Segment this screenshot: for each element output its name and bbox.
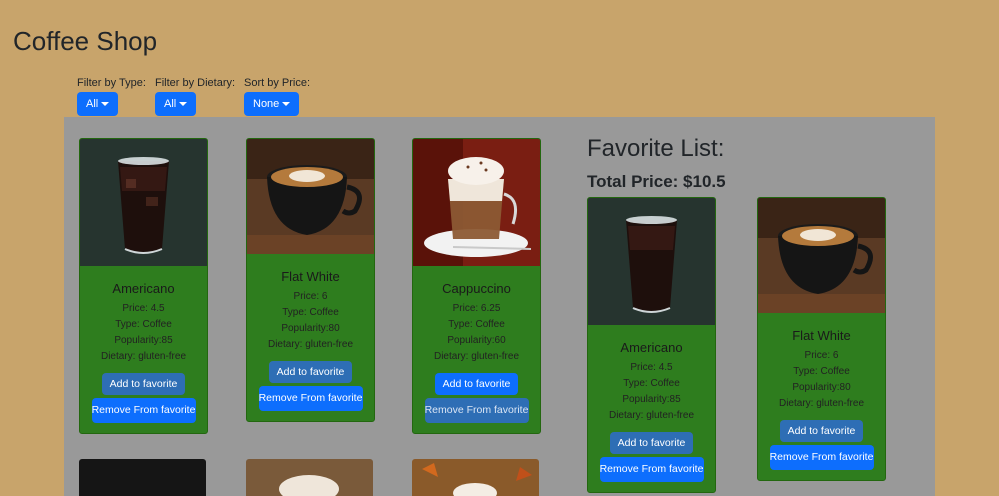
app-title: Coffee Shop (13, 26, 158, 56)
caret-down-icon (282, 102, 291, 107)
product-dietary: Dietary: gluten-free (100, 351, 187, 362)
product-dietary: Dietary: gluten-free (433, 351, 520, 362)
product-card: Flat White Price: 6 Type: Coffee Popular… (246, 138, 375, 422)
sort-price: Sort by Price: None (244, 77, 310, 116)
product-name: Cappuccino (442, 281, 511, 296)
favorite-name: Americano (620, 340, 683, 355)
product-price: Price: 6 (293, 291, 328, 302)
favorite-popularity: Popularity:80 (792, 382, 851, 393)
favorite-type: Type: Coffee (623, 378, 680, 389)
product-popularity: Popularity:80 (281, 323, 340, 334)
flat-white-image (758, 198, 885, 313)
filter-dietary-label: Filter by Dietary: (155, 77, 236, 89)
remove-from-favorite-button[interactable]: Remove From favorite (599, 457, 704, 482)
remove-from-favorite-button[interactable]: Remove From favorite (769, 445, 874, 470)
product-panel: Americano Price: 4.5 Type: Coffee Popula… (64, 117, 935, 496)
add-to-favorite-button[interactable]: Add to favorite (609, 432, 694, 454)
favorite-price: Price: 4.5 (630, 362, 673, 373)
product-type: Type: Coffee (282, 307, 339, 318)
filter-type: Filter by Type: All (77, 77, 146, 116)
favorite-list-title: Favorite List: (587, 135, 725, 162)
sort-price-value: None (253, 98, 280, 110)
iced-americano-image (80, 139, 207, 266)
product-name: Americano (112, 281, 175, 296)
product-type: Type: Coffee (115, 319, 172, 330)
filter-type-label: Filter by Type: (77, 77, 146, 89)
filter-type-value: All (86, 98, 99, 110)
remove-from-favorite-button[interactable]: Remove From favorite (424, 398, 529, 423)
product-type: Type: Coffee (448, 319, 505, 330)
favorite-dietary: Dietary: gluten-free (778, 398, 865, 409)
favorite-card: Americano Price: 4.5 Type: Coffee Popula… (587, 197, 716, 493)
product-popularity: Popularity:60 (447, 335, 506, 346)
product-card-partial (79, 459, 206, 496)
product-card-partial (246, 459, 373, 496)
favorite-dietary: Dietary: gluten-free (608, 410, 695, 421)
cappuccino-image (413, 139, 540, 266)
sort-price-dropdown[interactable]: None (244, 92, 300, 116)
flat-white-image (247, 139, 374, 254)
product-price: Price: 6.25 (452, 303, 501, 314)
favorite-total-price: Total Price: $10.5 (587, 172, 726, 191)
remove-from-favorite-button[interactable]: Remove From favorite (258, 386, 363, 411)
favorite-price: Price: 6 (804, 350, 839, 361)
add-to-favorite-button[interactable]: Add to favorite (101, 373, 186, 395)
favorite-name: Flat White (792, 328, 851, 343)
favorite-card: Flat White Price: 6 Type: Coffee Popular… (757, 197, 886, 481)
caret-down-icon (179, 102, 188, 107)
iced-americano-image (588, 198, 715, 325)
filter-dietary: Filter by Dietary: All (155, 77, 235, 116)
product-price: Price: 4.5 (122, 303, 165, 314)
add-to-favorite-button[interactable]: Add to favorite (268, 361, 353, 383)
product-popularity: Popularity:85 (114, 335, 173, 346)
product-name: Flat White (281, 269, 340, 284)
remove-from-favorite-button[interactable]: Remove From favorite (91, 398, 196, 423)
filter-dietary-dropdown[interactable]: All (155, 92, 197, 116)
product-card-partial (412, 459, 539, 496)
product-card: Americano Price: 4.5 Type: Coffee Popula… (79, 138, 208, 434)
favorite-type: Type: Coffee (793, 366, 850, 377)
product-dietary: Dietary: gluten-free (267, 339, 354, 350)
add-to-favorite-button[interactable]: Add to favorite (779, 420, 864, 442)
add-to-favorite-button[interactable]: Add to favorite (434, 373, 519, 395)
filter-dietary-value: All (164, 98, 177, 110)
product-card: Cappuccino Price: 6.25 Type: Coffee Popu… (412, 138, 541, 434)
favorite-popularity: Popularity:85 (622, 394, 681, 405)
filter-type-dropdown[interactable]: All (77, 92, 119, 116)
sort-price-label: Sort by Price: (244, 77, 311, 89)
caret-down-icon (101, 102, 110, 107)
